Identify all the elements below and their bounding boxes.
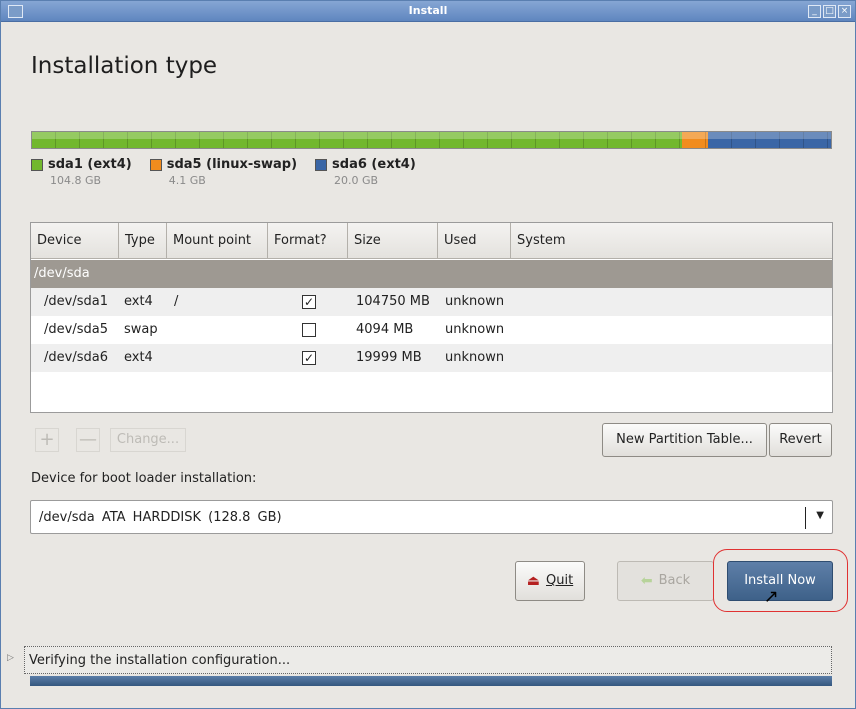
table-header: Device Type Mount point Format? Size Use… (31, 223, 832, 259)
partition-table[interactable]: Device Type Mount point Format? Size Use… (30, 222, 833, 413)
cell-size: 19999 MB (356, 350, 422, 365)
cell-type: swap (124, 322, 158, 337)
cell-size: 104750 MB (356, 294, 430, 309)
maximize-icon[interactable]: □ (823, 5, 836, 18)
legend-item-sda1: sda1 (ext4) 104.8 GB (31, 157, 132, 187)
close-icon[interactable]: × (838, 5, 851, 18)
partition-legend: sda1 (ext4) 104.8 GB sda5 (linux-swap) 4… (31, 157, 434, 187)
cell-used: unknown (445, 294, 505, 309)
revert-button[interactable]: Revert (769, 423, 832, 457)
table-group-row[interactable]: /dev/sda (31, 260, 832, 288)
cell-device: /dev/sda5 (44, 322, 108, 337)
column-header-system[interactable]: System (511, 223, 832, 259)
status-expander[interactable]: ▷ Verifying the installation configurati… (7, 646, 832, 674)
column-header-used[interactable]: Used (438, 223, 511, 259)
cell-used: unknown (445, 350, 505, 365)
format-checkbox[interactable] (302, 323, 316, 337)
legend-swatch-sda6 (315, 158, 328, 171)
bootloader-selected-value: /dev/sda ATA HARDDISK (128.8 GB) (39, 510, 282, 525)
chevron-down-icon[interactable]: ▼ (816, 510, 824, 521)
cell-type: ext4 (124, 294, 153, 309)
new-partition-table-button[interactable]: New Partition Table... (602, 423, 767, 457)
progress-bar (30, 676, 832, 686)
back-button-label: Back (658, 573, 691, 588)
column-header-mount-point[interactable]: Mount point (167, 223, 268, 259)
legend-label: sda1 (ext4) (48, 157, 132, 172)
exit-icon: ⏏ (526, 573, 541, 589)
change-partition-button[interactable]: Change... (110, 428, 186, 452)
table-row[interactable]: /dev/sda6 ext4 ✓ 19999 MB unknown (31, 344, 832, 372)
install-button-label: Install Now (744, 573, 816, 588)
column-header-type[interactable]: Type (119, 223, 167, 259)
cell-device: /dev/sda6 (44, 350, 108, 365)
column-header-size[interactable]: Size (348, 223, 438, 259)
legend-item-sda6: sda6 (ext4) 20.0 GB (315, 157, 416, 187)
title-bar: Install _ □ × (1, 1, 855, 22)
legend-swatch-sda1 (31, 158, 43, 171)
legend-swatch-sda5 (149, 158, 162, 171)
legend-size: 4.1 GB (168, 174, 206, 187)
table-row[interactable]: /dev/sda1 ext4 / ✓ 104750 MB unknown (31, 288, 832, 316)
window-title: Install (408, 4, 448, 17)
status-text: Verifying the installation configuration… (29, 653, 291, 668)
partition-segment-sda6 (707, 132, 831, 148)
partition-usage-bar (31, 131, 832, 149)
legend-size: 104.8 GB (50, 174, 102, 187)
column-header-device[interactable]: Device (31, 223, 119, 259)
expander-arrow-icon[interactable]: ▷ (7, 653, 14, 663)
progress-fill (30, 676, 832, 686)
legend-label: sda6 (ext4) (332, 157, 416, 172)
quit-button[interactable]: ⏏ Quit (515, 561, 585, 601)
page-title: Installation type (31, 53, 218, 79)
format-checkbox[interactable]: ✓ (302, 351, 316, 365)
dropdown-separator (805, 507, 806, 529)
cell-used: unknown (445, 322, 505, 337)
remove-partition-button[interactable]: — (76, 428, 100, 452)
legend-label: sda5 (linux-swap) (166, 157, 298, 172)
partition-segment-sda5 (682, 132, 708, 148)
quit-button-label: Quit (546, 573, 574, 588)
format-checkbox[interactable]: ✓ (302, 295, 316, 309)
column-header-format[interactable]: Format? (268, 223, 348, 259)
bootloader-label: Device for boot loader installation: (31, 471, 257, 486)
table-row[interactable]: /dev/sda5 swap 4094 MB unknown (31, 316, 832, 344)
cell-mount-point: / (174, 294, 179, 309)
add-partition-button[interactable]: + (35, 428, 59, 452)
arrow-left-icon: ⬅ (640, 573, 653, 589)
cell-size: 4094 MB (356, 322, 414, 337)
bootloader-device-select[interactable]: /dev/sda ATA HARDDISK (128.8 GB) ▼ (30, 500, 833, 534)
back-button[interactable]: ⬅ Back (617, 561, 714, 601)
cell-device: /dev/sda1 (44, 294, 108, 309)
cell-type: ext4 (124, 350, 153, 365)
installer-window: Install _ □ × Installation type sda1 (ex… (0, 0, 856, 709)
partition-segment-sda1 (32, 132, 683, 148)
legend-item-sda5: sda5 (linux-swap) 4.1 GB (149, 157, 298, 187)
minimize-icon[interactable]: _ (808, 5, 821, 18)
legend-size: 20.0 GB (334, 174, 379, 187)
